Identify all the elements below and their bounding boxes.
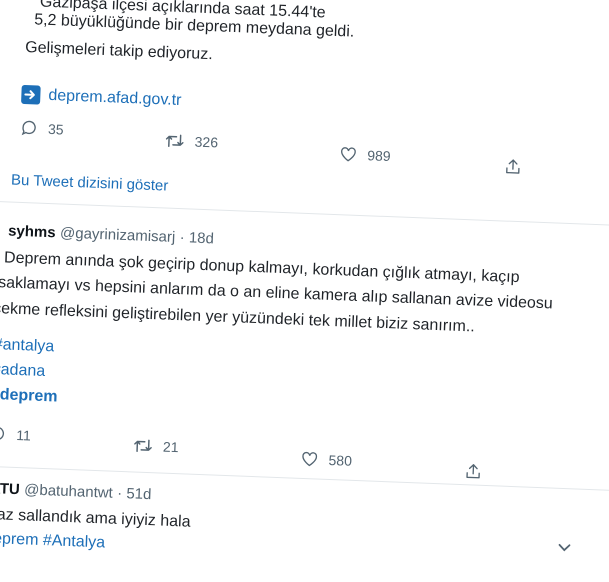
user-name[interactable]: BATU <box>0 480 20 499</box>
tweet-link[interactable]: deprem.afad.gov.tr <box>21 85 182 110</box>
hashtag[interactable]: #adana <box>0 361 45 381</box>
hashtag[interactable]: #deprem <box>0 386 58 407</box>
more-chevron-button[interactable] <box>557 540 572 559</box>
hashtag-row: #deprem #Antalya <box>0 529 105 552</box>
hashtag[interactable]: #Antalya <box>43 532 106 551</box>
hashtag[interactable]: #deprem <box>0 529 39 548</box>
like-icon <box>300 450 319 468</box>
reply-button[interactable]: 35 <box>20 119 64 139</box>
like-count: 989 <box>367 147 391 164</box>
divider <box>0 201 609 227</box>
user-handle[interactable]: @gayrinizamisarj <box>60 224 176 245</box>
retweet-button[interactable]: 21 <box>133 436 179 456</box>
tweet-time[interactable]: · 18d <box>179 229 214 247</box>
external-link-icon <box>21 85 41 105</box>
tweet-text-line: Gelişmeleri takip ediyoruz. <box>25 39 213 64</box>
reply-icon <box>20 119 39 138</box>
reply-icon <box>0 425 7 444</box>
share-icon <box>504 157 523 176</box>
like-count: 580 <box>328 451 352 468</box>
show-thread-link[interactable]: Bu Tweet dizisini göster <box>11 172 169 195</box>
tweet-header: syhms @gayrinizamisarj · 18d <box>8 222 214 248</box>
share-button[interactable] <box>464 462 483 481</box>
more-chevron-icon <box>557 543 571 554</box>
reply-button[interactable]: 11 <box>0 425 31 445</box>
retweet-count: 21 <box>163 439 179 456</box>
tweet-header: BATU @batuhantwt · 51d <box>0 480 152 505</box>
like-icon <box>339 145 358 163</box>
retweet-button[interactable]: 326 <box>164 131 218 151</box>
reply-count: 35 <box>48 121 64 138</box>
user-handle[interactable]: @batuhantwt <box>24 481 113 501</box>
retweet-icon <box>164 131 185 150</box>
share-icon <box>464 462 483 481</box>
like-button[interactable]: 580 <box>300 450 352 469</box>
tweet-time[interactable]: · 51d <box>117 485 152 503</box>
like-button[interactable]: 989 <box>339 145 391 164</box>
tweet-text-line: Biraz sallandık ama iyiyiz hala <box>0 506 191 532</box>
tweet-timeline: Gazipaşa ilçesi açıklarında saat 15.44't… <box>0 0 609 581</box>
share-button[interactable] <box>504 157 523 176</box>
user-name[interactable]: syhms <box>8 222 56 241</box>
hashtag[interactable]: #antalya <box>0 336 55 356</box>
retweet-icon <box>133 436 154 455</box>
link-text[interactable]: deprem.afad.gov.tr <box>48 86 182 109</box>
retweet-count: 326 <box>194 134 218 151</box>
reply-count: 11 <box>16 427 31 444</box>
